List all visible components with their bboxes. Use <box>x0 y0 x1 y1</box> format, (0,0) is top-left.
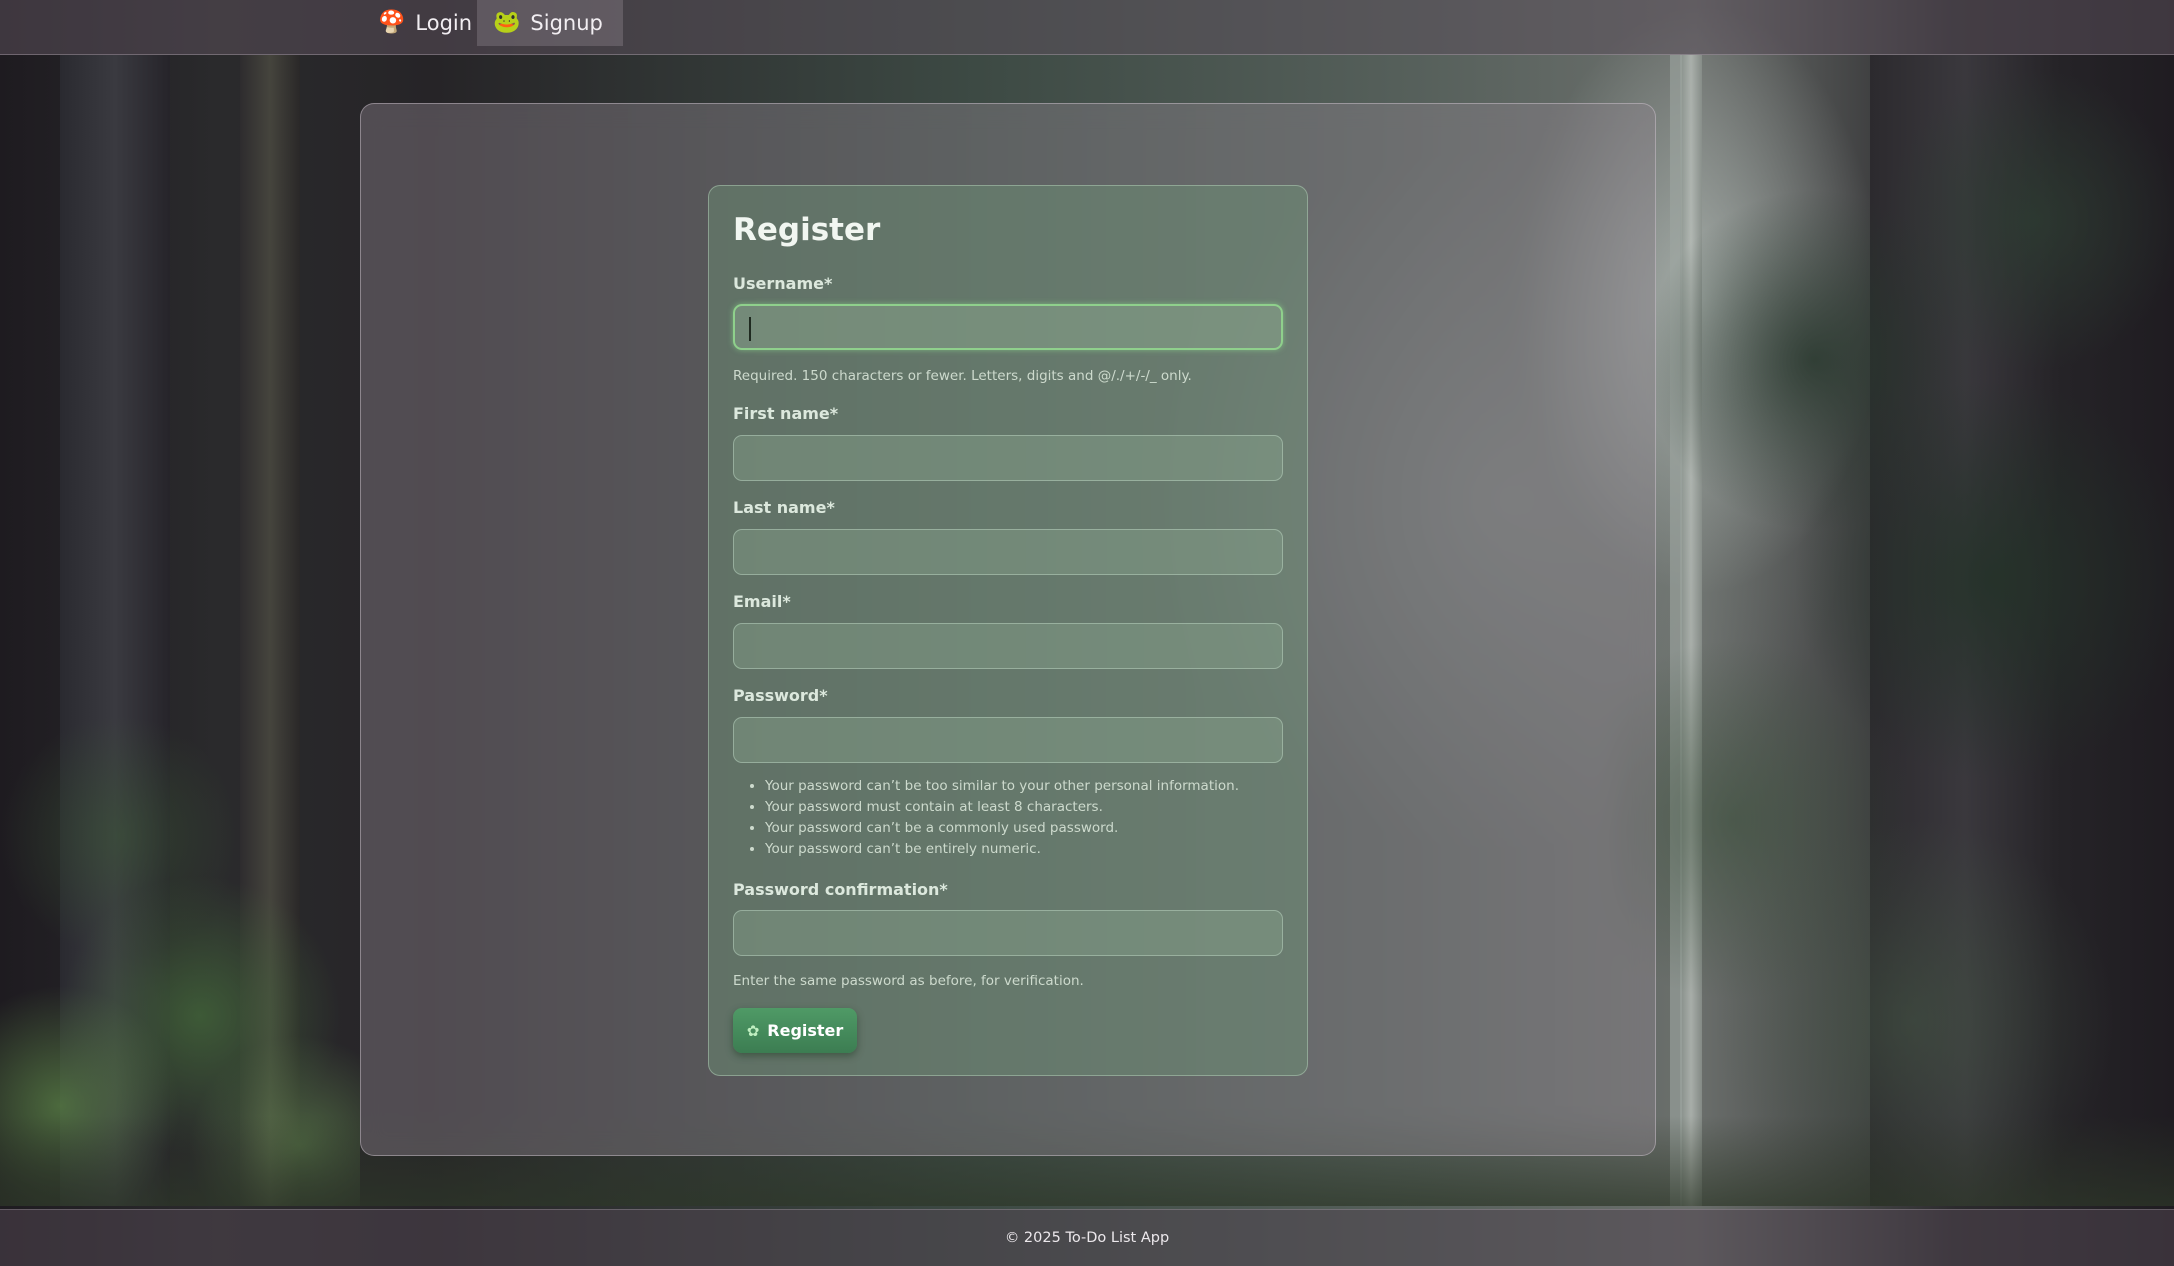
background-foliage <box>1614 60 2174 1200</box>
username-input[interactable] <box>733 304 1283 350</box>
password-confirmation-help-text: Enter the same password as before, for v… <box>733 973 1084 989</box>
nav-signup-link[interactable]: 🐸 Signup <box>477 0 623 46</box>
last-name-input[interactable] <box>733 529 1283 575</box>
password-rules-list: Your password can’t be too similar to yo… <box>733 776 1239 860</box>
password-confirmation-label: Password confirmation* <box>733 880 948 899</box>
sprout-icon: ✿ <box>746 1021 760 1040</box>
password-confirmation-input[interactable] <box>733 910 1283 956</box>
email-input[interactable] <box>733 623 1283 669</box>
username-label: Username* <box>733 274 833 293</box>
password-rule-item: Your password can’t be too similar to yo… <box>765 776 1239 797</box>
footer: © 2025 To-Do List App <box>0 1209 2174 1266</box>
register-button-label: Register <box>767 1021 844 1040</box>
password-rule-item: Your password must contain at least 8 ch… <box>765 797 1239 818</box>
mushroom-icon: 🍄 <box>378 10 406 35</box>
register-button[interactable]: ✿ Register <box>733 1008 857 1053</box>
footer-copyright: © 2025 To-Do List App <box>1004 1230 1170 1246</box>
frog-icon: 🐸 <box>493 10 521 35</box>
nav-signup-label: Signup <box>530 11 603 35</box>
top-navbar: 🍄 Login 🐸 Signup <box>0 0 2174 55</box>
page-title: Register <box>733 212 881 248</box>
first-name-label: First name* <box>733 404 839 423</box>
last-name-label: Last name* <box>733 498 835 517</box>
password-rule-item: Your password can’t be entirely numeric. <box>765 839 1239 860</box>
username-help-text: Required. 150 characters or fewer. Lette… <box>733 368 1192 384</box>
email-label: Email* <box>733 592 791 611</box>
password-input[interactable] <box>733 717 1283 763</box>
first-name-input[interactable] <box>733 435 1283 481</box>
text-caret <box>749 317 751 341</box>
password-label: Password* <box>733 686 828 705</box>
background-foliage <box>0 586 360 1206</box>
password-rule-item: Your password can’t be a commonly used p… <box>765 818 1239 839</box>
nav-login-label: Login <box>415 11 473 35</box>
register-card: Register Username* Required. 150 charact… <box>708 185 1308 1076</box>
